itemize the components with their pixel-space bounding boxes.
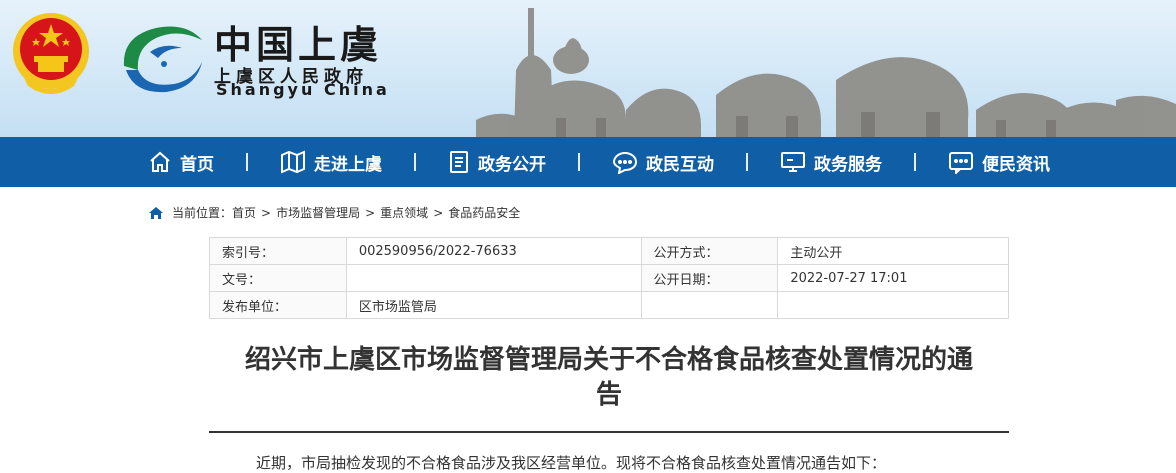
nav-home[interactable]: 首页	[148, 137, 214, 187]
meta-unit-label: 发布单位：	[209, 291, 347, 319]
site-title: 中国上虞	[214, 23, 383, 67]
nav-divider	[914, 153, 916, 171]
main-nav: 首页 走进上虞 政务公开 政民互动 政务服务 便民资讯	[0, 137, 1176, 187]
nav-home-label: 首页	[180, 154, 214, 175]
meta-empty-cell	[640, 291, 779, 319]
meta-doc-label: 文号：	[209, 264, 347, 292]
breadcrumb-item-home[interactable]: 首页	[232, 204, 256, 221]
document-meta-table: 索引号： 002590956/2022-76633 公开方式： 主动公开 文号：…	[209, 237, 1009, 319]
table-row: 索引号： 002590956/2022-76633 公开方式： 主动公开	[209, 237, 1009, 265]
elephant-statues-image	[476, 8, 1176, 137]
nav-info[interactable]: 便民资讯	[948, 137, 1050, 187]
article-title-line2: 告	[595, 380, 622, 410]
shangyu-logo-icon	[123, 26, 202, 93]
national-emblem-icon	[13, 13, 89, 94]
breadcrumb-separator: >	[365, 205, 376, 220]
table-row: 发布单位： 区市场监管局	[209, 291, 1009, 319]
site-subtitle-en: Shangyu China	[216, 80, 390, 99]
meta-index-label: 索引号：	[209, 237, 347, 265]
header-banner: 中国上虞 上虞区人民政府 Shangyu China	[0, 0, 1176, 137]
meta-method-value: 主动公开	[777, 237, 1009, 265]
meta-date-value: 2022-07-27 17:01	[777, 264, 1009, 292]
nav-divider	[578, 153, 580, 171]
article-title-line1: 绍兴市上虞区市场监督管理局关于不合格食品核查处置情况的通	[244, 345, 973, 375]
nav-interaction-label: 政民互动	[646, 154, 714, 175]
meta-empty-cell	[777, 291, 1009, 319]
nav-about-label: 走进上虞	[314, 154, 382, 175]
monitor-icon	[781, 152, 805, 172]
breadcrumb-prefix: 当前位置：	[172, 206, 233, 220]
meta-method-label: 公开方式：	[640, 237, 779, 265]
document-icon	[450, 151, 468, 173]
nav-divider	[246, 153, 248, 171]
breadcrumb-item-key-areas[interactable]: 重点领域	[380, 204, 428, 221]
meta-doc-value	[345, 264, 642, 292]
nav-gov-info[interactable]: 政务公开	[448, 137, 546, 187]
nav-about[interactable]: 走进上虞	[280, 137, 382, 187]
breadcrumb-item-market-bureau[interactable]: 市场监督管理局	[276, 204, 360, 221]
table-row: 文号： 公开日期： 2022-07-27 17:01	[209, 264, 1009, 292]
article-title: 绍兴市上虞区市场监督管理局关于不合格食品核查处置情况的通 告	[209, 343, 1009, 413]
message-icon	[949, 152, 973, 174]
home-icon	[149, 206, 163, 219]
breadcrumb-item-food-drug[interactable]: 食品药品安全	[448, 204, 520, 221]
nav-services[interactable]: 政务服务	[780, 137, 882, 187]
title-divider	[209, 431, 1009, 433]
meta-unit-value: 区市场监管局	[345, 291, 642, 319]
map-icon	[281, 150, 305, 174]
article-intro-paragraph: 近期，市局抽检发现的不合格食品涉及我区经营单位。现将不合格食品核查处置情况通告如…	[256, 454, 887, 472]
nav-info-label: 便民资讯	[982, 154, 1050, 175]
meta-date-label: 公开日期：	[640, 264, 779, 292]
nav-divider	[414, 153, 416, 171]
breadcrumb: 当前位置： 首页 > 市场监督管理局 > 重点领域 > 食品药品安全	[148, 204, 520, 221]
chat-icon	[612, 151, 638, 174]
nav-services-label: 政务服务	[814, 154, 882, 175]
home-icon	[150, 151, 170, 172]
nav-divider	[746, 153, 748, 171]
breadcrumb-separator: >	[433, 205, 444, 220]
meta-index-value: 002590956/2022-76633	[345, 237, 642, 265]
nav-interaction[interactable]: 政民互动	[612, 137, 714, 187]
nav-gov-info-label: 政务公开	[478, 154, 546, 175]
breadcrumb-separator: >	[261, 205, 272, 220]
